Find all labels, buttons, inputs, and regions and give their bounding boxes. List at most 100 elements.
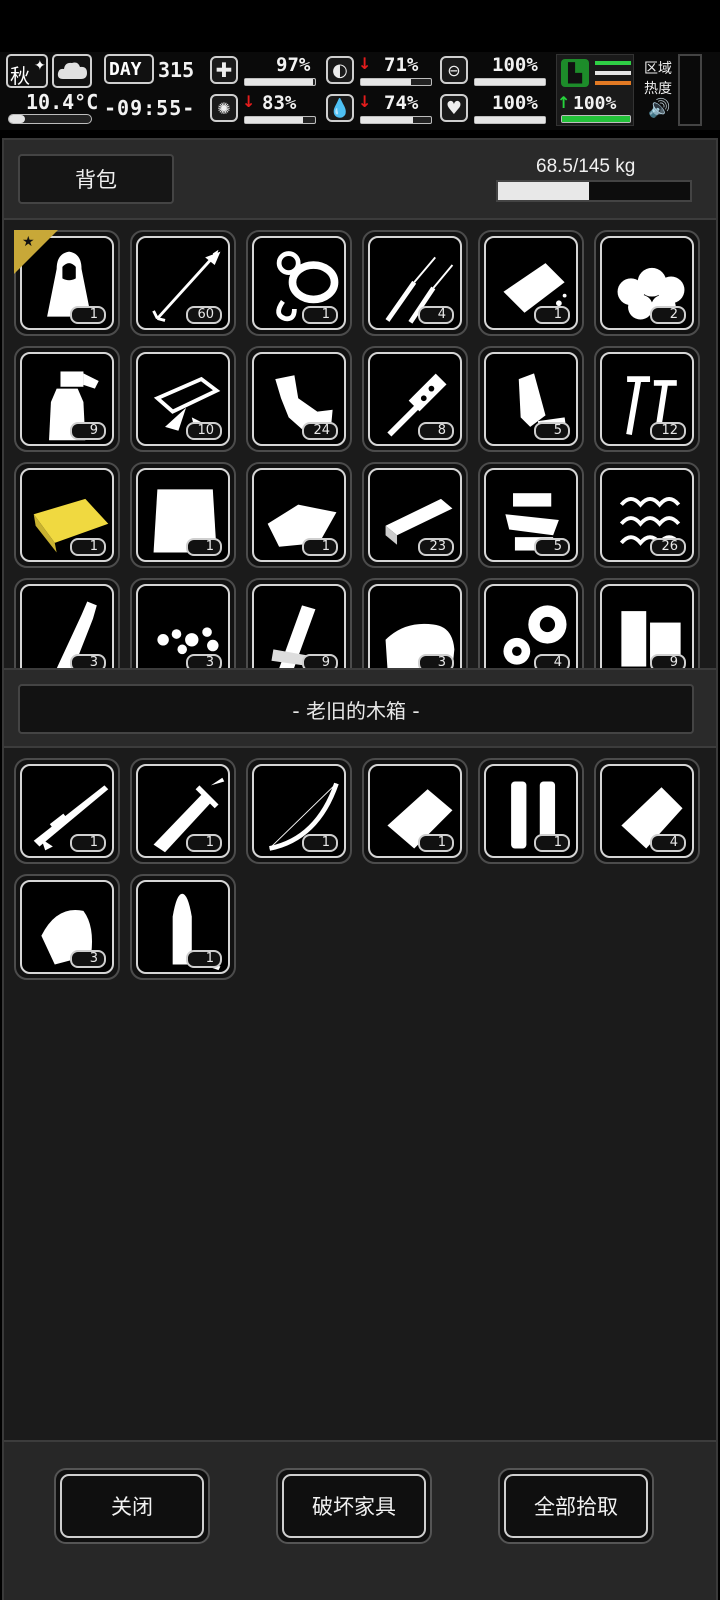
container-slot[interactable]: 1: [130, 874, 236, 980]
backpack-slot[interactable]: 4: [478, 578, 584, 668]
item-count: 5: [534, 538, 570, 556]
temperature-readout: 10.4°C: [26, 90, 99, 114]
container-header: - 老旧的木箱 -: [4, 668, 716, 748]
backpack-slot[interactable]: 3: [14, 578, 120, 668]
item-count: 8: [418, 422, 454, 440]
backpack-slot[interactable]: 8: [362, 346, 468, 452]
zone-heat-label-2: 热度: [644, 81, 672, 97]
slot-frame: 1: [252, 468, 346, 562]
backpack-slot[interactable]: 1 ★: [14, 230, 120, 336]
item-count: 1: [302, 306, 338, 324]
warmth-value: 100%: [492, 54, 538, 76]
slot-frame: 60: [136, 236, 230, 330]
backpack-slot[interactable]: 9: [14, 346, 120, 452]
close-button[interactable]: 关闭: [54, 1468, 210, 1544]
backpack-slot[interactable]: 9: [594, 578, 700, 668]
stomach-icon: ◐: [326, 56, 354, 84]
slot-frame: 3: [368, 584, 462, 668]
stamina-line-green: [595, 61, 631, 65]
backpack-slot[interactable]: 1: [14, 462, 120, 568]
backpack-slot[interactable]: 2: [594, 230, 700, 336]
container-slot[interactable]: 1: [130, 758, 236, 864]
season-box: 秋 ✦: [6, 54, 48, 88]
backpack-slot[interactable]: 4: [362, 230, 468, 336]
container-slot[interactable]: 3: [14, 874, 120, 980]
slot-frame: 9: [20, 352, 114, 446]
item-count: 4: [418, 306, 454, 324]
water-bar: [360, 116, 432, 124]
backpack-slot[interactable]: 1: [478, 230, 584, 336]
destroy-furniture-button[interactable]: 破坏家具: [276, 1468, 432, 1544]
backpack-slot[interactable]: 3: [362, 578, 468, 668]
item-count: 1: [186, 950, 222, 968]
slot-frame: 4: [368, 236, 462, 330]
item-count: 1: [534, 306, 570, 324]
stomach-bar: [360, 78, 432, 86]
item-count: 10: [186, 422, 222, 440]
backpack-slot[interactable]: 1: [246, 462, 352, 568]
slot-frame: 5: [484, 352, 578, 446]
slot-frame: 1: [136, 764, 230, 858]
backpack-grid[interactable]: 1 ★ 60 1 4 1 2 9 10 24 8 5 12 1 1 1 23 5 26 3 3 9 3 4 9: [4, 222, 716, 668]
health-value: 97%: [276, 54, 311, 76]
backpack-slot[interactable]: 26: [594, 462, 700, 568]
water-value: 74%: [384, 92, 419, 114]
star-icon: ★: [22, 234, 35, 250]
item-count: 3: [70, 654, 106, 668]
cloud-icon: [57, 62, 87, 79]
item-count: 12: [650, 422, 686, 440]
slot-frame: 1: [20, 764, 114, 858]
slot-frame: 1: [252, 764, 346, 858]
backpack-slot[interactable]: 23: [362, 462, 468, 568]
heart-value: 100%: [492, 92, 538, 114]
stomach-value: 71%: [384, 54, 419, 76]
item-count: 1: [70, 306, 106, 324]
backpack-slot[interactable]: 10: [130, 346, 236, 452]
backpack-slot[interactable]: 5: [478, 346, 584, 452]
item-count: 1: [302, 538, 338, 556]
item-count: 1: [70, 538, 106, 556]
container-grid[interactable]: 1 1 1 1 1 4 3 1: [4, 750, 716, 1450]
water-down-arrow-icon: ↓: [358, 92, 372, 111]
slot-frame: 26: [600, 468, 694, 562]
close-button-label: 关闭: [60, 1474, 204, 1538]
disease-down-arrow-icon: ↓: [242, 92, 256, 111]
container-slot[interactable]: 1: [362, 758, 468, 864]
item-count: 2: [650, 306, 686, 324]
container-slot[interactable]: 4: [594, 758, 700, 864]
weight-bar: [496, 180, 692, 202]
sound-icon[interactable]: 🔊: [648, 98, 670, 119]
boot-icon: ▙: [561, 59, 589, 87]
slot-frame: 23: [368, 468, 462, 562]
heart-icon: ♥: [440, 94, 468, 122]
item-count: 4: [534, 654, 570, 668]
take-all-button[interactable]: 全部拾取: [498, 1468, 654, 1544]
item-count: 9: [302, 654, 338, 668]
slot-frame: 1: [136, 880, 230, 974]
disease-value: 83%: [262, 92, 297, 114]
container-slot[interactable]: 1: [14, 758, 120, 864]
weight-readout: 68.5/145 kg: [536, 156, 636, 177]
season-label: 秋: [10, 64, 30, 88]
backpack-slot[interactable]: 1: [130, 462, 236, 568]
backpack-slot[interactable]: 60: [130, 230, 236, 336]
item-count: 26: [650, 538, 686, 556]
slot-frame: 1: [136, 468, 230, 562]
day-label: DAY: [109, 59, 142, 80]
slot-frame: 9: [252, 584, 346, 668]
take-all-label: 全部拾取: [504, 1474, 648, 1538]
item-count: 1: [418, 834, 454, 852]
zone-heat-label-1: 区域: [644, 61, 672, 77]
backpack-slot[interactable]: 12: [594, 346, 700, 452]
slot-frame: 3: [136, 584, 230, 668]
backpack-tab[interactable]: 背包: [18, 154, 174, 204]
slot-frame: 5: [484, 468, 578, 562]
backpack-slot[interactable]: 5: [478, 462, 584, 568]
stomach-virus-icon: ✺: [210, 94, 238, 122]
backpack-slot[interactable]: 24: [246, 346, 352, 452]
container-slot[interactable]: 1: [246, 758, 352, 864]
backpack-slot[interactable]: 9: [246, 578, 352, 668]
backpack-slot[interactable]: 1: [246, 230, 352, 336]
container-slot[interactable]: 1: [478, 758, 584, 864]
backpack-slot[interactable]: 3: [130, 578, 236, 668]
